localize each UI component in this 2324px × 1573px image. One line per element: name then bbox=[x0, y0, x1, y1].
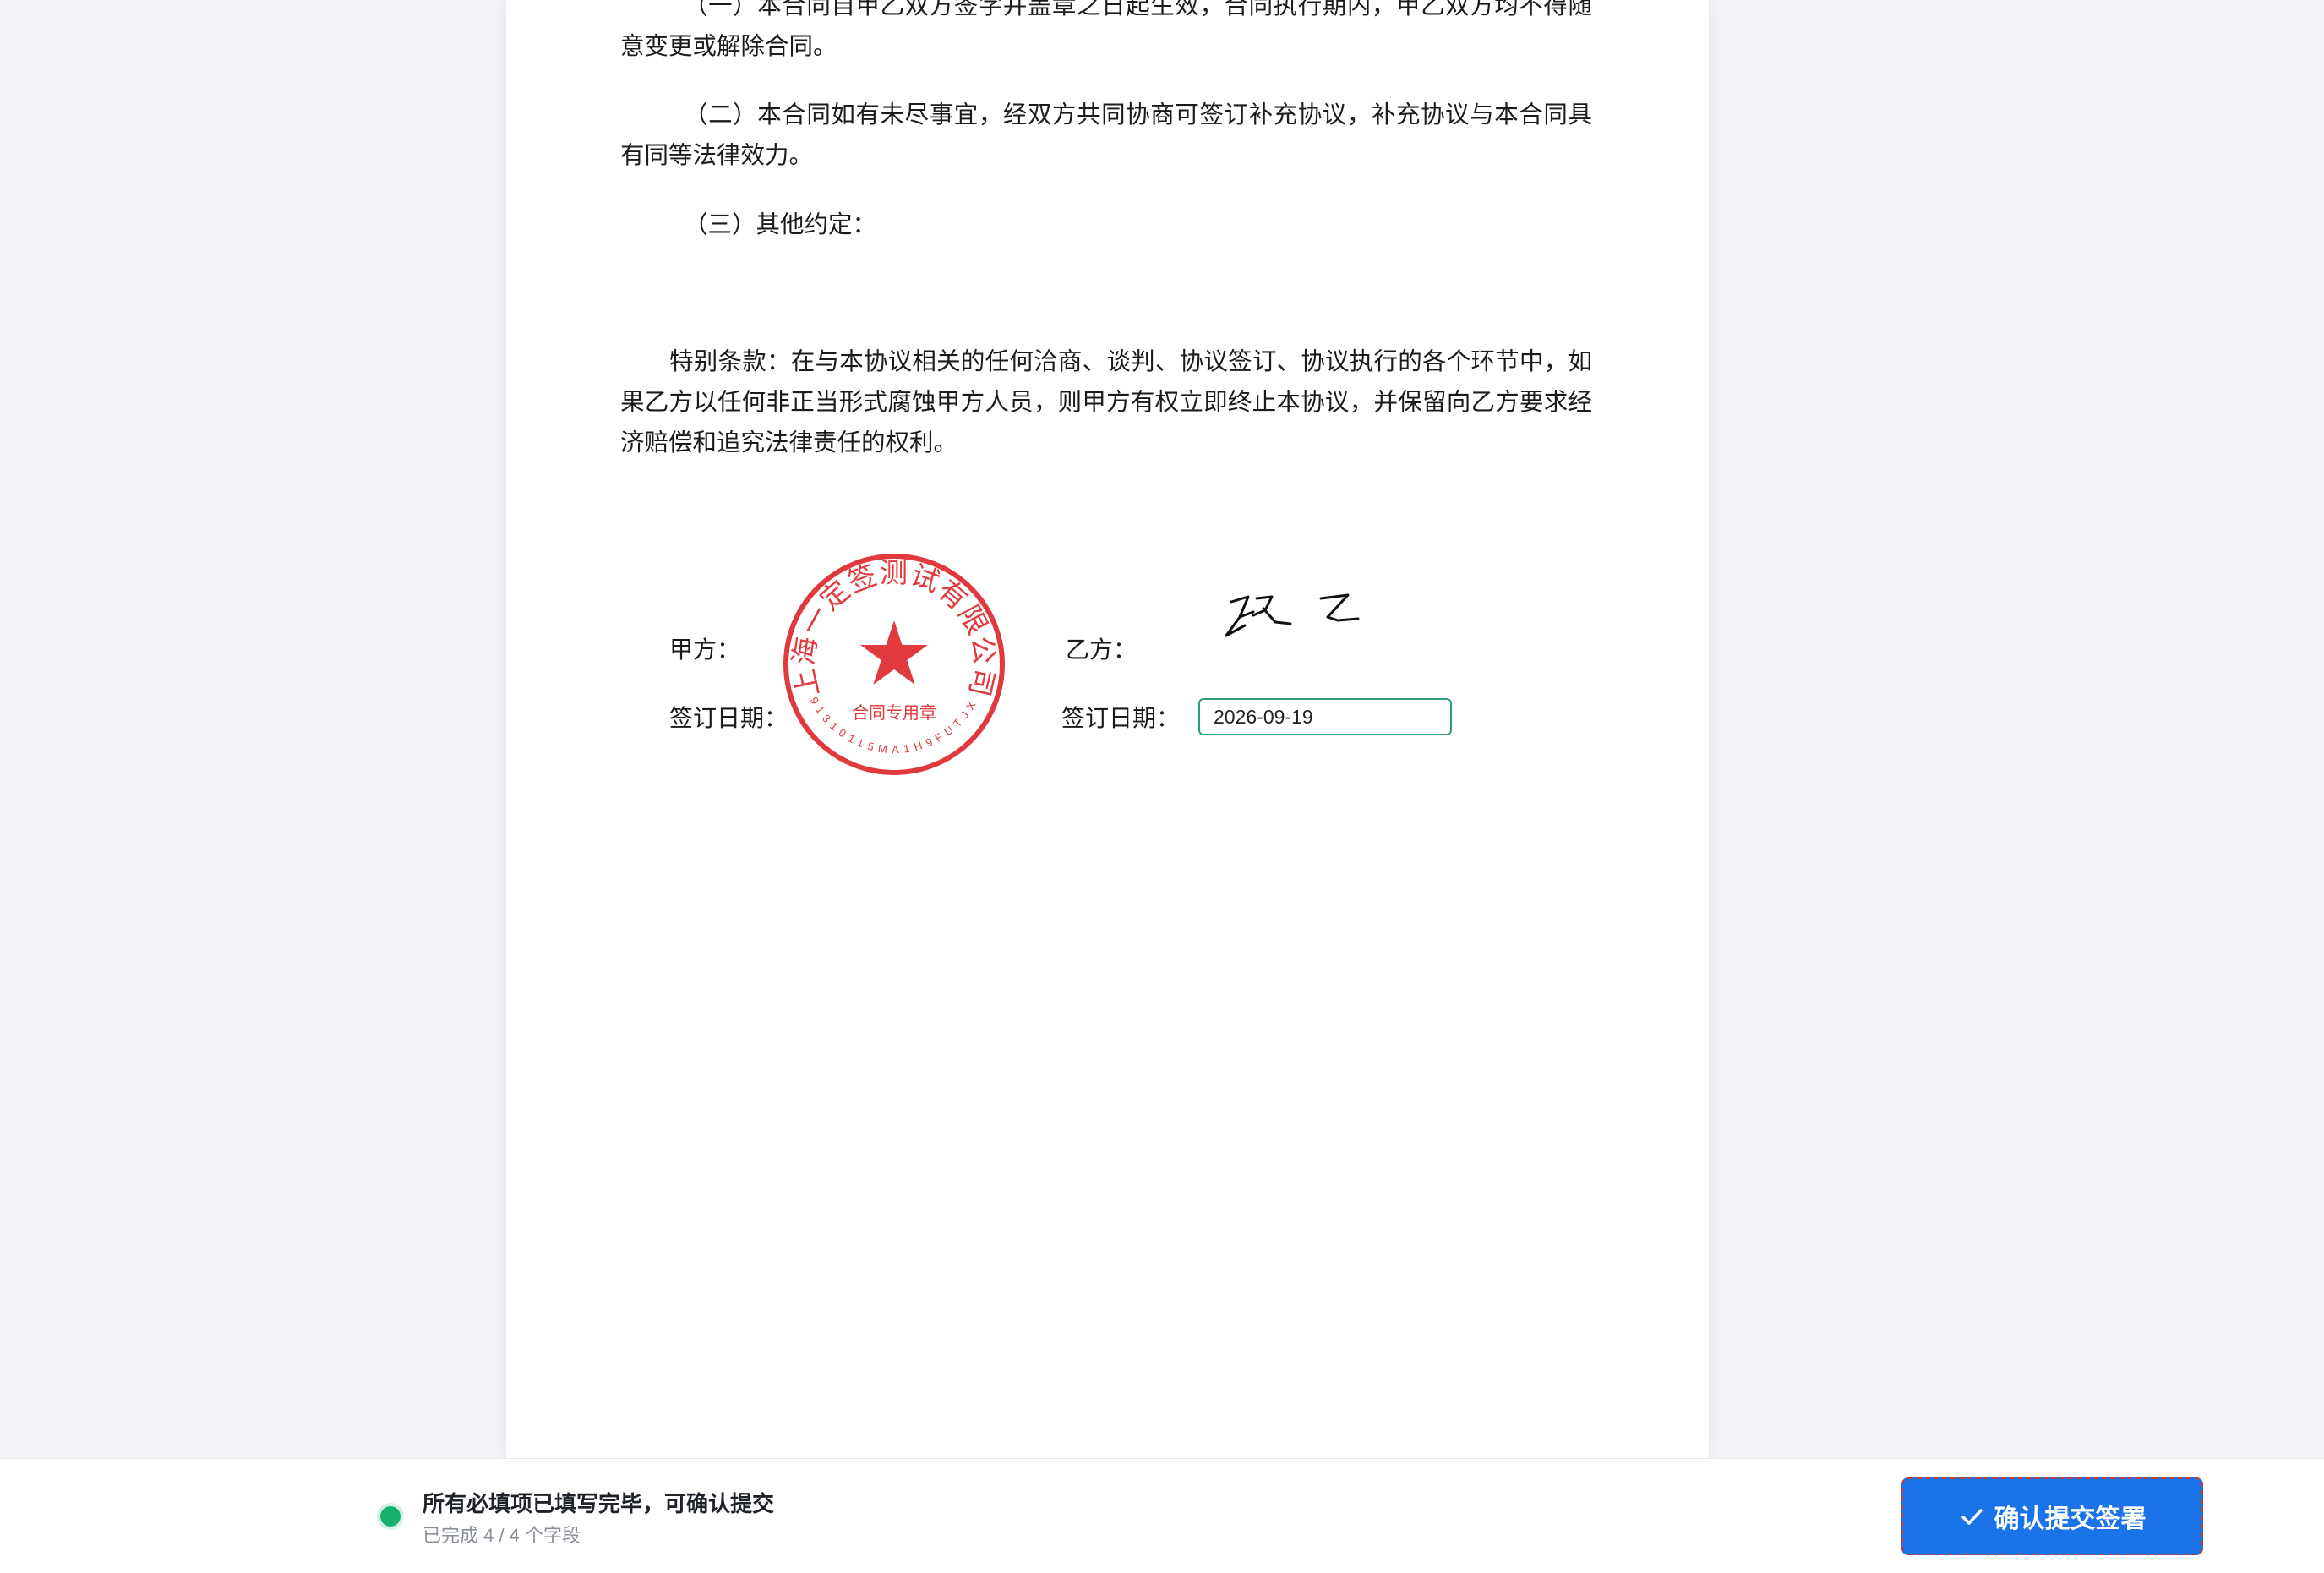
special-terms: 特别条款：在与本协议相关的任何洽商、谈判、协议签订、协议执行的各个环节中，如果乙… bbox=[620, 349, 1592, 456]
party-a-date-label: 签订日期： bbox=[669, 706, 788, 732]
clause-2: （二）本合同如有未尽事宜，经双方共同协商可签订补充协议，补充协议与本合同具有同等… bbox=[620, 102, 1592, 169]
party-b-label: 乙方： bbox=[1066, 637, 1137, 664]
party-b-date-label: 签订日期： bbox=[1061, 706, 1181, 732]
signing-date-input[interactable] bbox=[1198, 698, 1452, 735]
contract-page: （一）本合同自甲乙双方签字并盖章之日起生效，合同执行期内，甲乙双方均不得随意变更… bbox=[506, 0, 1709, 1458]
party-a-label: 甲方： bbox=[669, 637, 741, 664]
party-b-signature bbox=[1225, 593, 1360, 637]
clause-1: （一）本合同自甲乙双方签字并盖章之日起生效，合同执行期内，甲乙双方均不得随意变更… bbox=[620, 0, 1592, 60]
clause-3: （三）其他约定： bbox=[684, 212, 877, 238]
status-title: 所有必填项已填写完毕，可确认提交 bbox=[423, 1491, 775, 1516]
seal-type-text: 合同专用章 bbox=[852, 703, 936, 723]
status-progress: 已完成 4 / 4 个字段 bbox=[423, 1525, 581, 1546]
seal-star-icon bbox=[860, 620, 928, 685]
status-complete-icon bbox=[380, 1506, 401, 1527]
footer-bar: 所有必填项已填写完毕，可确认提交 已完成 4 / 4 个字段 确认提交签署 bbox=[0, 1458, 2324, 1573]
confirm-submit-label: 确认提交签署 bbox=[1994, 1505, 2147, 1533]
confirm-submit-button[interactable]: 确认提交签署 bbox=[1901, 1477, 2203, 1555]
check-icon bbox=[1959, 1504, 1984, 1529]
company-seal: 上海一定签测试有限公司 合同专用章 91310115MA1H9FUTJX bbox=[783, 554, 1005, 775]
